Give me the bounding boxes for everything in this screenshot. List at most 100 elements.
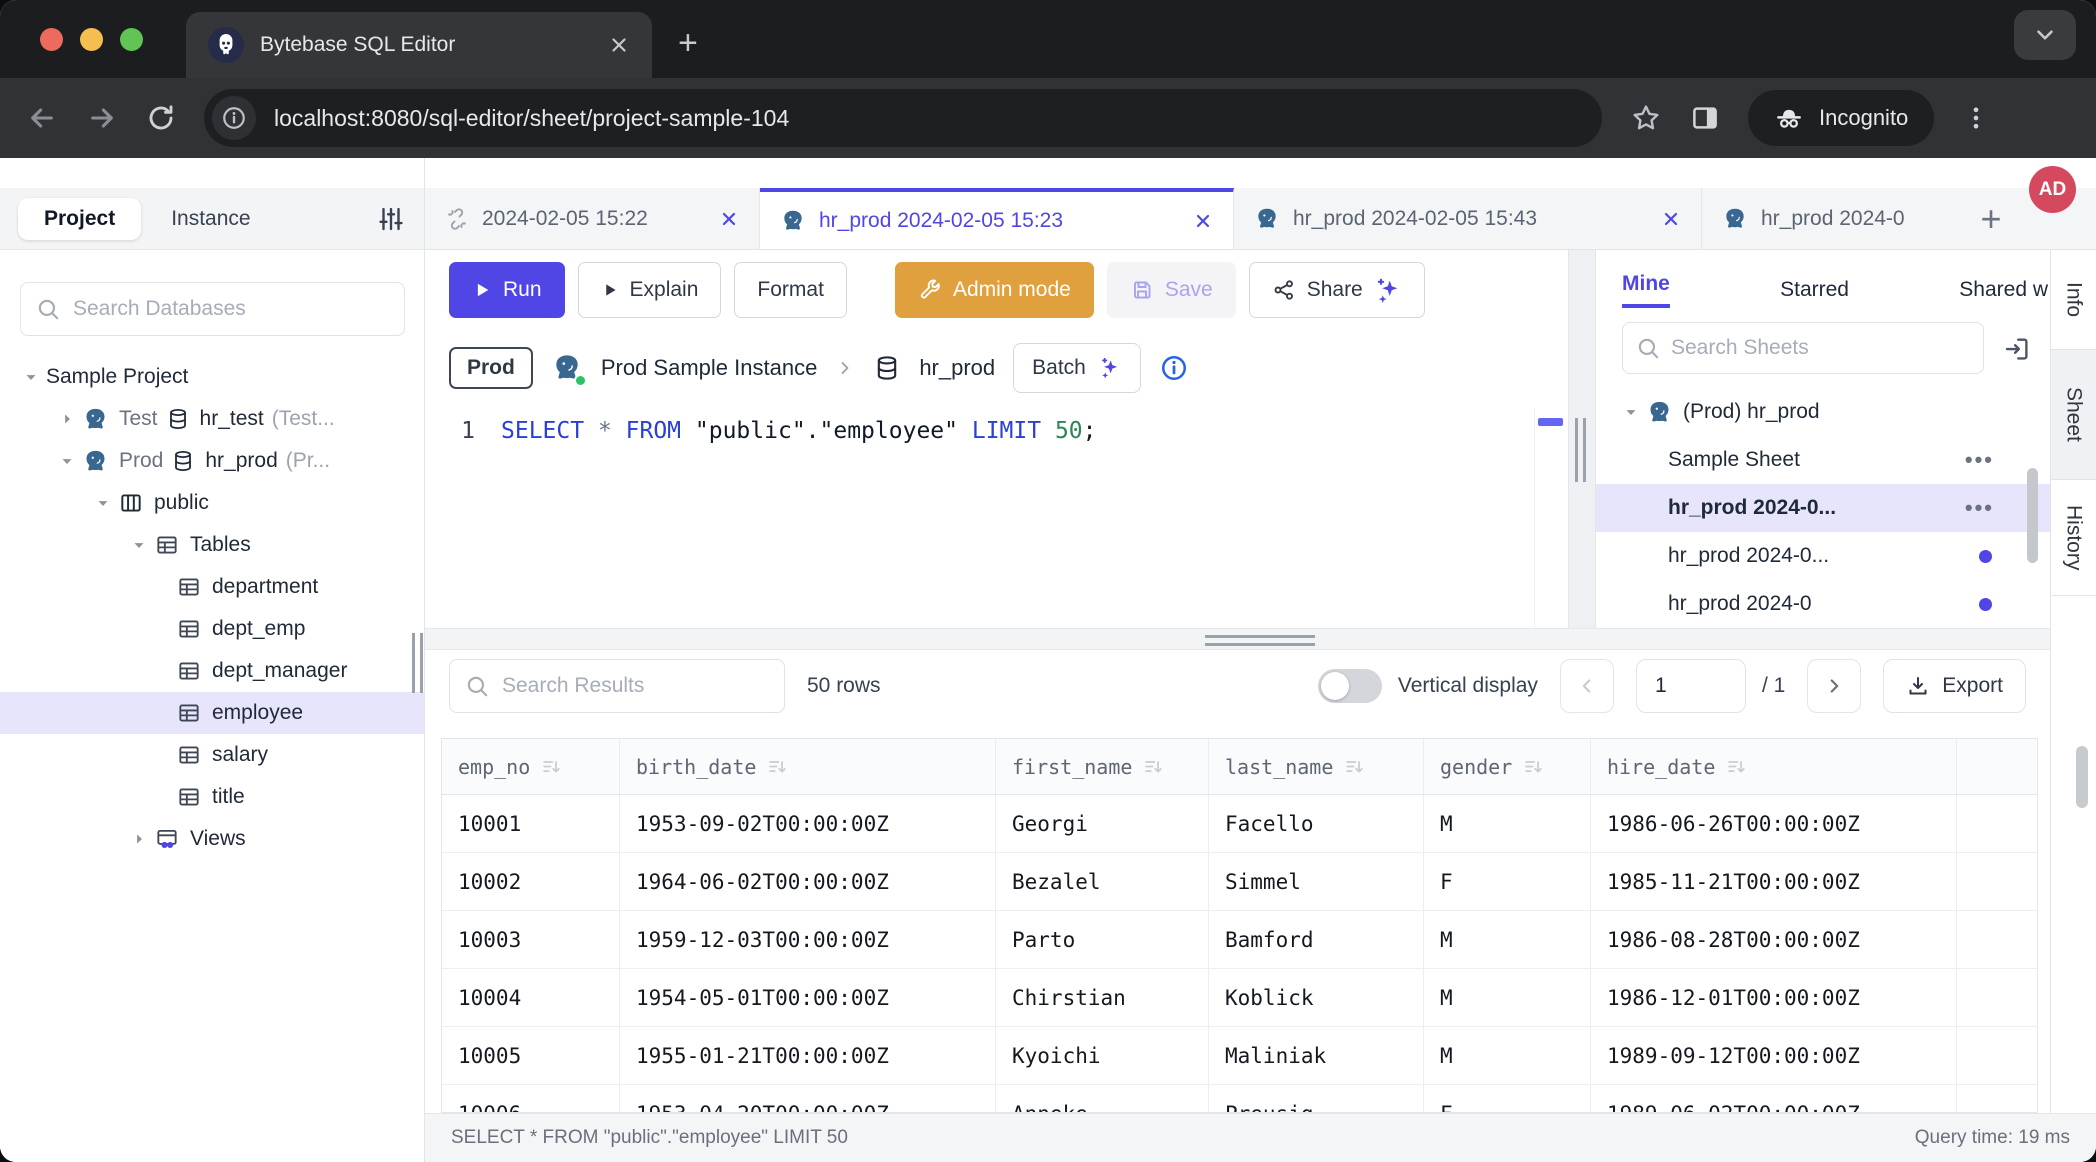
cell[interactable]: Bamford [1209, 911, 1424, 968]
database-search[interactable] [20, 282, 405, 336]
cell[interactable]: Parto [996, 911, 1209, 968]
reload-icon[interactable] [146, 103, 176, 133]
cell[interactable]: Simmel [1209, 853, 1424, 910]
close-sheet-icon[interactable] [719, 209, 739, 229]
caret-right-icon[interactable] [52, 410, 82, 428]
sort-icon[interactable] [766, 756, 788, 778]
cell[interactable]: Georgi [996, 795, 1209, 852]
run-button[interactable]: Run [449, 262, 565, 318]
cell[interactable]: M [1424, 969, 1591, 1026]
cell[interactable]: 1959-12-03T00:00:00Z [620, 911, 996, 968]
table-row[interactable]: 10005 1955-01-21T00:00:00Z Kyoichi Malin… [442, 1027, 2037, 1085]
tree-item-table-employee[interactable]: employee [0, 692, 424, 734]
cell[interactable]: 10003 [442, 911, 620, 968]
cell[interactable]: 1989-09-12T00:00:00Z [1591, 1027, 1957, 1084]
cell[interactable]: 1986-12-01T00:00:00Z [1591, 969, 1957, 1026]
cell[interactable]: F [1424, 853, 1591, 910]
caret-down-icon[interactable] [16, 368, 46, 386]
column-header[interactable]: gender [1424, 739, 1591, 794]
cell[interactable]: Bezalel [996, 853, 1209, 910]
tree-item-table-department[interactable]: department [0, 566, 424, 608]
table-row[interactable]: 10006 1953-04-20T00:00:00Z Anneke Preusi… [442, 1085, 2037, 1113]
user-avatar[interactable]: AD [2029, 166, 2076, 213]
sort-icon[interactable] [1725, 756, 1747, 778]
column-header[interactable]: emp_no [442, 739, 620, 794]
next-page-button[interactable] [1807, 659, 1861, 713]
table-row[interactable]: 10001 1953-09-02T00:00:00Z Georgi Facell… [442, 795, 2037, 853]
tree-item-tables-group[interactable]: Tables [0, 524, 424, 566]
browser-new-tab-button[interactable]: + [678, 26, 698, 60]
sheet-group[interactable]: (Prod) hr_prod [1596, 388, 2050, 436]
address-bar[interactable]: localhost:8080/sql-editor/sheet/project-… [204, 89, 1602, 147]
tab-mine[interactable]: Mine [1622, 272, 1670, 308]
browser-tab[interactable]: Bytebase SQL Editor [186, 12, 652, 78]
batch-button[interactable]: Batch [1013, 343, 1141, 393]
sql-editor[interactable]: 1 SELECT * FROM "public"."employee" LIMI… [425, 408, 1568, 628]
table-row[interactable]: 10003 1959-12-03T00:00:00Z Parto Bamford… [442, 911, 2037, 969]
cell[interactable]: 1986-08-28T00:00:00Z [1591, 911, 1957, 968]
sidebar-filter-sliders-icon[interactable] [376, 204, 406, 234]
cell[interactable]: Kyoichi [996, 1027, 1209, 1084]
tree-item-project[interactable]: Sample Project [0, 356, 424, 398]
cell[interactable]: 1964-06-02T00:00:00Z [620, 853, 996, 910]
editor-minimap[interactable] [1534, 408, 1566, 628]
cell[interactable]: M [1424, 795, 1591, 852]
tree-item-table-title[interactable]: title [0, 776, 424, 818]
cell[interactable]: 1954-05-01T00:00:00Z [620, 969, 996, 1026]
cell[interactable]: F [1424, 1085, 1591, 1113]
cell[interactable]: Koblick [1209, 969, 1424, 1026]
strip-tab-info[interactable]: Info [2051, 250, 2096, 350]
column-header[interactable]: first_name [996, 739, 1209, 794]
sheet-item-menu-icon[interactable]: ••• [1965, 495, 1994, 521]
cell[interactable]: M [1424, 911, 1591, 968]
strip-tab-history[interactable]: History [2051, 480, 2096, 596]
format-button[interactable]: Format [734, 262, 847, 318]
cell[interactable]: 10005 [442, 1027, 620, 1084]
column-header[interactable]: birth_date [620, 739, 996, 794]
tab-shared[interactable]: Shared w [1959, 278, 2048, 302]
tree-item-schema-public[interactable]: public [0, 482, 424, 524]
sheet-tab-1[interactable]: 2024-02-05 15:22 [425, 188, 760, 249]
tree-item-table-dept-manager[interactable]: dept_manager [0, 650, 424, 692]
results-search[interactable] [449, 659, 785, 713]
instance-name[interactable]: Prod Sample Instance [601, 355, 817, 381]
caret-down-icon[interactable] [52, 452, 82, 470]
cell[interactable]: 1953-04-20T00:00:00Z [620, 1085, 996, 1113]
cell[interactable]: 10006 [442, 1085, 620, 1113]
sheet-item-selected[interactable]: hr_prod 2024-0... ••• [1596, 484, 2050, 532]
sheet-tab-2-active[interactable]: hr_prod 2024-02-05 15:23 [760, 188, 1234, 249]
column-header[interactable]: hire_date [1591, 739, 1957, 794]
cell[interactable]: 1953-09-02T00:00:00Z [620, 795, 996, 852]
tree-item-db-hr-prod[interactable]: Prod hr_prod (Pr... [0, 440, 424, 482]
table-scrollbar[interactable] [2076, 746, 2088, 808]
export-button[interactable]: Export [1883, 659, 2026, 713]
cell[interactable]: Facello [1209, 795, 1424, 852]
vertical-resize-handle[interactable] [1575, 418, 1586, 482]
info-circle-icon[interactable] [1159, 353, 1189, 383]
cell[interactable]: 1989-06-02T00:00:00Z [1591, 1085, 1957, 1113]
back-icon[interactable] [26, 102, 58, 134]
prev-page-button[interactable] [1560, 659, 1614, 713]
caret-right-icon[interactable] [124, 830, 154, 848]
cell[interactable]: 10002 [442, 853, 620, 910]
cell[interactable]: 10004 [442, 969, 620, 1026]
tree-item-table-dept-emp[interactable]: dept_emp [0, 608, 424, 650]
cell[interactable]: M [1424, 1027, 1591, 1084]
table-row[interactable]: 10002 1964-06-02T00:00:00Z Bezalel Simme… [442, 853, 2037, 911]
horizontal-resize-handle[interactable] [1205, 635, 1315, 651]
tab-instance[interactable]: Instance [145, 198, 276, 240]
share-button[interactable]: Share [1249, 262, 1425, 318]
caret-down-icon[interactable] [1616, 403, 1646, 421]
tab-search-chevron-icon[interactable] [2014, 10, 2076, 60]
page-number-input[interactable] [1636, 659, 1746, 713]
sheet-item-menu-icon[interactable]: ••• [1965, 447, 1994, 473]
cell[interactable]: Anneke [996, 1085, 1209, 1113]
sheet-tab-4[interactable]: hr_prod 2024-0 [1702, 188, 1964, 249]
cell[interactable]: Chirstian [996, 969, 1209, 1026]
browser-tab-close-icon[interactable] [608, 34, 630, 56]
tab-starred[interactable]: Starred [1780, 278, 1849, 302]
sheet-item[interactable]: Sample Sheet ••• [1596, 436, 2050, 484]
cell[interactable]: 1985-11-21T00:00:00Z [1591, 853, 1957, 910]
table-row[interactable]: 10004 1954-05-01T00:00:00Z Chirstian Kob… [442, 969, 2037, 1027]
strip-tab-sheet[interactable]: Sheet [2051, 350, 2096, 480]
